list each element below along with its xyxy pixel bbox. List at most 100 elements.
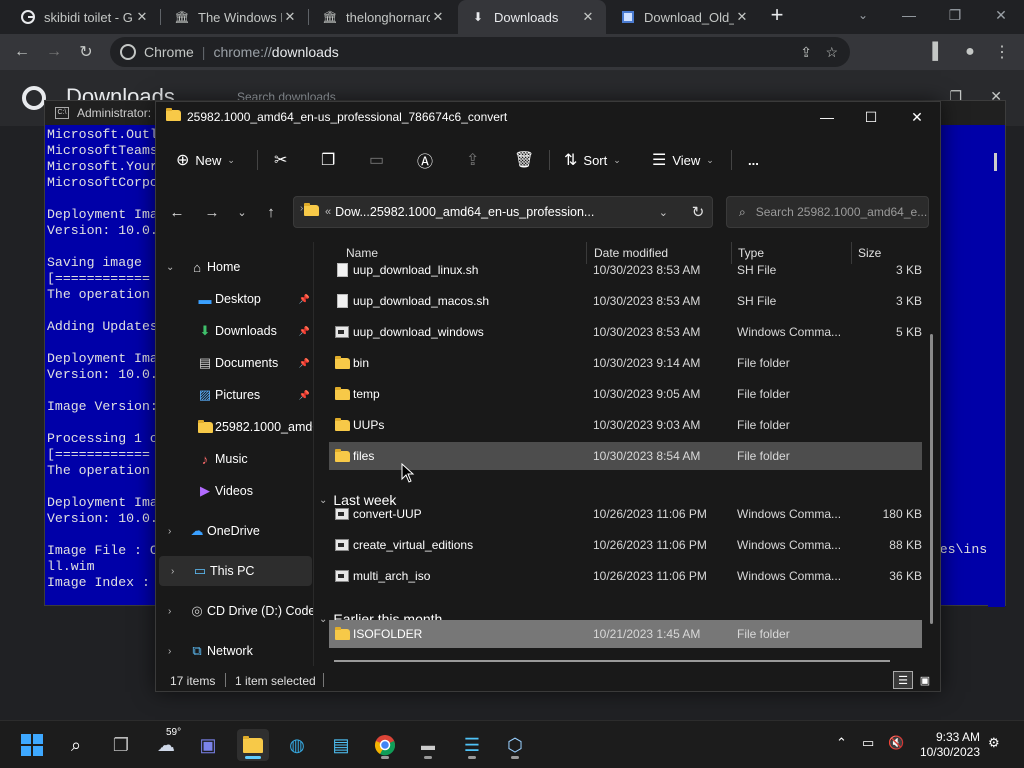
overflow-icon[interactable]: « [325,206,331,218]
reload-icon[interactable]: ↻ [72,38,100,66]
file-row[interactable]: create_virtual_editions 10/26/2023 11:06 … [329,531,922,559]
copy-icon[interactable]: ❐ [321,146,335,174]
address-bar[interactable]: « Dow... › 25982.1000_amd64_en-us_profes… [293,196,713,228]
tab-windows-le[interactable]: 🏛 The Windows Le ✕ [162,0,308,34]
close-tab-icon[interactable]: ✕ [734,9,750,25]
tab-search-icon[interactable]: ⌄ [840,0,886,30]
clock[interactable]: 9:33 AM 10/30/2023 [920,730,980,760]
edge-icon[interactable]: ◍ [281,729,313,761]
nav-item-cd-drive-d-coden[interactable]: › ◎ CD Drive (D:) Coden [156,596,314,626]
recent-locations-icon[interactable]: ⌄ [228,198,256,226]
up-icon[interactable]: ↑ [257,198,285,226]
file-row[interactable]: uup_download_linux.sh 10/30/2023 8:53 AM S… [329,256,922,284]
nav-item-music[interactable]: ♪ Music [156,444,314,474]
file-row[interactable]: convert-UUP 10/26/2023 11:06 PM Windows Co… [329,500,922,528]
weather-widget[interactable]: ☁ 59° [150,727,182,761]
back-icon[interactable]: ← [8,38,36,66]
minimize-icon[interactable]: — [886,0,932,30]
vertical-scrollbar[interactable] [930,334,933,624]
network-icon[interactable]: ▭ [862,735,874,751]
new-tab-button[interactable]: + [754,0,800,30]
paste-icon[interactable]: ▭ [369,146,384,174]
delete-icon[interactable]: 🗑 [514,146,534,174]
cmd-scroll-thumb[interactable] [994,153,997,171]
cmd-scrollbar[interactable] [988,125,1005,607]
chevron-right-icon[interactable]: › [168,606,171,617]
teams-chat-icon[interactable]: ▣ [192,729,224,761]
sort-button[interactable]: ⇅ Sort ⌄ [564,146,621,174]
details-view-button[interactable]: ☰ [893,671,913,689]
nav-item-25982-1000-amd64[interactable]: 25982.1000_amd64 [156,412,314,442]
forward-icon[interactable]: → [198,198,226,226]
bookmark-star-icon[interactable]: ☆ [825,44,838,61]
view-button[interactable]: ☰ View ⌄ [652,146,714,174]
chevron-right-icon[interactable]: › [171,566,174,577]
search-icon[interactable]: ⌕ [60,729,92,761]
cut-icon[interactable]: ✂ [274,146,287,174]
tiles-view-button[interactable]: ▣ [915,671,935,689]
side-panel-icon[interactable]: ▌ [924,38,952,66]
chevron-down-icon[interactable]: ⌄ [166,262,174,273]
chevron-right-icon[interactable]: › [168,526,171,537]
file-explorer-icon[interactable] [237,729,269,761]
menu-icon[interactable]: ⋮ [988,38,1016,66]
search-input[interactable]: ⌕ Search 25982.1000_amd64_e... [726,196,929,228]
chevron-down-icon[interactable]: ⌄ [319,495,327,506]
back-icon[interactable]: ← [163,198,191,226]
profile-icon[interactable]: ● [956,38,984,66]
chevron-right-icon[interactable]: › [168,646,171,657]
file-row[interactable]: uup_download_macos.sh 10/30/2023 8:53 AM S… [329,287,922,315]
nav-item-home[interactable]: ⌄ ⌂ Home [156,252,314,282]
terminal-icon[interactable]: ▬ [412,729,444,761]
virtualbox-icon[interactable]: ⬡ [499,729,531,761]
tab-skibidi[interactable]: skibidi toilet - G ✕ [8,0,160,34]
file-row[interactable]: files 10/30/2023 8:54 AM File folder [329,442,922,470]
file-row[interactable]: UUPs 10/30/2023 9:03 AM File folder [329,411,922,439]
nav-item-onedrive[interactable]: › ☁ OneDrive [156,516,314,546]
more-options-button[interactable]: ... [748,146,759,174]
notepad-icon[interactable]: ☰ [456,729,488,761]
restore-icon[interactable]: ❐ [932,0,978,30]
horizontal-scrollbar[interactable] [334,660,890,662]
file-row[interactable]: uup_download_windows 10/30/2023 8:53 AM Wi… [329,318,922,346]
nav-item-this-pc[interactable]: › ▭ This PC [159,556,312,586]
nav-item-documents[interactable]: ▤ Documents 📌 [156,348,314,378]
chevron-down-icon[interactable]: ⌄ [319,614,327,625]
close-tab-icon[interactable]: ✕ [580,9,596,25]
tab-downloads[interactable]: ⬇ Downloads ✕ [458,0,606,34]
nav-item-pictures[interactable]: ▨ Pictures 📌 [156,380,314,410]
share-icon[interactable]: ⇪ [466,146,479,174]
maximize-icon[interactable]: ☐ [848,102,894,132]
refresh-icon[interactable]: ↻ [684,198,712,226]
close-tab-icon[interactable]: ✕ [282,9,298,25]
volume-muted-icon[interactable]: 🔇 [888,735,904,751]
rename-icon[interactable]: Ⓐ [417,146,433,174]
close-tab-icon[interactable]: ✕ [430,9,446,25]
chrome-icon[interactable] [369,729,401,761]
start-button[interactable] [16,729,48,761]
close-tab-icon[interactable]: ✕ [134,9,150,25]
file-row[interactable]: bin 10/30/2023 9:14 AM File folder [329,349,922,377]
breadcrumb-current[interactable]: 25982.1000_amd64_en-us_profession... [370,205,594,219]
share-icon[interactable]: ⇪ [800,44,812,61]
notification-icon[interactable]: ⚙ [988,735,1000,751]
omnibox[interactable]: Chrome | chrome://downloads ⇪ ☆ [110,37,850,67]
file-row[interactable]: multi_arch_iso 10/26/2023 11:06 PM Windows… [329,562,922,590]
forward-icon[interactable]: → [40,38,68,66]
breadcrumb-parent[interactable]: Dow... [335,205,370,219]
nav-item-network[interactable]: › ⧉ Network [156,636,314,666]
minimize-icon[interactable]: — [804,102,850,132]
nav-item-videos[interactable]: ▶ Videos [156,476,314,506]
tab-longhorn[interactable]: 🏛 thelonghornarch ✕ [310,0,456,34]
task-view-icon[interactable]: ❐ [105,729,137,761]
chevron-down-icon[interactable]: ⌄ [659,206,668,219]
nav-item-downloads[interactable]: ⬇ Downloads 📌 [156,316,314,346]
file-row[interactable]: ISOFOLDER 10/21/2023 1:45 AM File folder [329,620,922,648]
close-icon[interactable]: ✕ [978,0,1024,30]
show-hidden-icons-icon[interactable]: ⌃ [836,735,847,751]
store-icon[interactable]: ▤ [325,729,357,761]
tab-download-old[interactable]: Download_Old_ ✕ [608,0,760,34]
file-row[interactable]: temp 10/30/2023 9:05 AM File folder [329,380,922,408]
new-button[interactable]: ⊕ New ⌄ [176,146,235,174]
nav-item-desktop[interactable]: ▬ Desktop 📌 [156,284,314,314]
